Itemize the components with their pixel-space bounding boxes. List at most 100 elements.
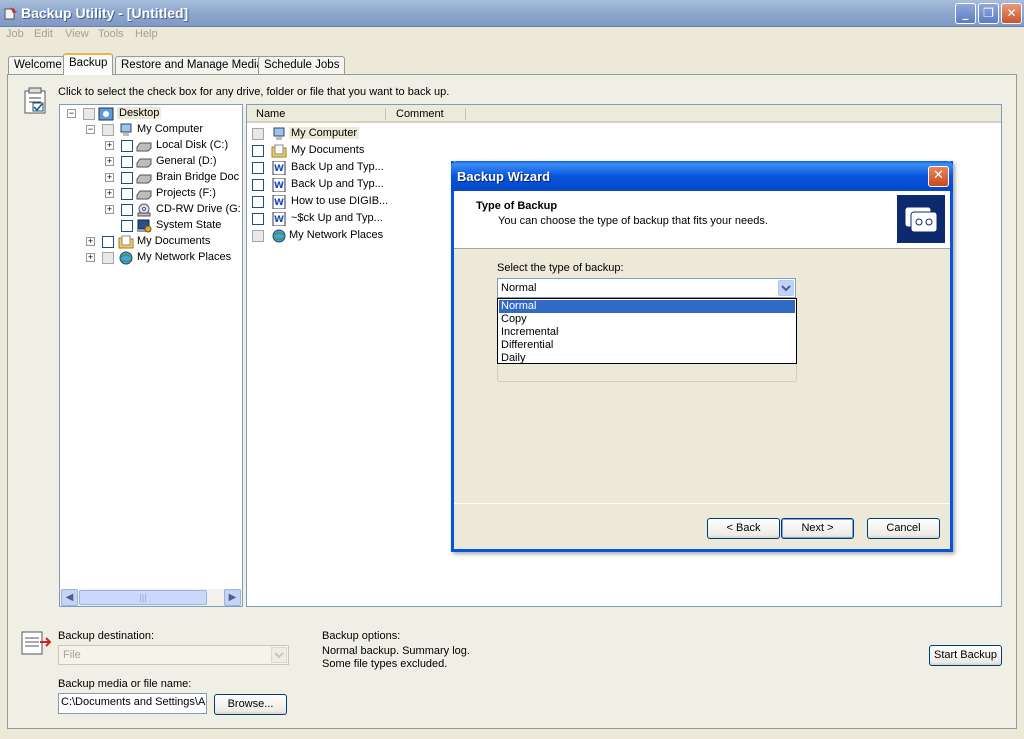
option-differential[interactable]: Differential (499, 339, 795, 352)
expand-icon[interactable]: + (105, 173, 114, 182)
back-button[interactable]: < Back (707, 518, 780, 539)
list-item[interactable]: My Computer (252, 126, 452, 142)
tree-item-projects[interactable]: + Projects (F:) (60, 186, 240, 202)
chevron-down-icon (781, 285, 791, 292)
list-item-label: My Documents (291, 144, 365, 156)
column-divider[interactable] (385, 108, 386, 120)
list-item[interactable]: W ~$ck Up and Typ... (252, 211, 452, 227)
system-state-checkbox[interactable] (121, 220, 133, 232)
dropdown-button[interactable] (271, 647, 287, 663)
tree-item-my-computer[interactable]: − My Computer (60, 122, 240, 138)
expand-icon[interactable]: + (105, 141, 114, 150)
close-button[interactable]: ✕ (1001, 3, 1022, 24)
list-item[interactable]: My Network Places (252, 228, 452, 244)
word-document-icon: W (272, 212, 286, 226)
tab-backup[interactable]: Backup (63, 53, 114, 75)
start-backup-button[interactable]: Start Backup (929, 645, 1002, 666)
browse-button[interactable]: Browse... (214, 694, 287, 715)
tree-label: Projects (F:) (156, 187, 216, 199)
word-document-icon: W (272, 195, 286, 209)
tree-item-brain-bridge[interactable]: + Brain Bridge Doc (60, 170, 240, 186)
general-checkbox[interactable] (121, 156, 133, 168)
column-name[interactable]: Name (256, 108, 285, 120)
list-item[interactable]: W How to use DIGIB... (252, 194, 452, 210)
list-item-checkbox[interactable] (252, 196, 264, 208)
list-item[interactable]: W Back Up and Typ... (252, 160, 452, 176)
expand-icon[interactable]: + (86, 237, 95, 246)
dropdown-button[interactable] (778, 280, 794, 296)
dialog-close-button[interactable]: ✕ (928, 166, 949, 187)
tab-restore[interactable]: Restore and Manage Media (115, 56, 269, 74)
tree-horizontal-scrollbar[interactable]: ◀ ||| ▶ (60, 589, 242, 606)
expand-icon[interactable]: + (105, 157, 114, 166)
destination-label: Backup destination: (58, 630, 155, 642)
option-copy[interactable]: Copy (499, 313, 795, 326)
tree-label: General (D:) (156, 155, 217, 167)
tree-item-local-disk[interactable]: + Local Disk (C:) (60, 138, 240, 154)
cdrw-checkbox[interactable] (121, 204, 133, 216)
menu-tools[interactable]: Tools (98, 28, 124, 40)
cancel-button[interactable]: Cancel (867, 518, 940, 539)
menu-bar: Job Edit View Tools Help (0, 27, 1024, 45)
tree-item-desktop[interactable]: − Desktop (60, 106, 240, 122)
desktop-checkbox[interactable] (83, 108, 95, 120)
my-documents-checkbox[interactable] (102, 236, 114, 248)
menu-edit[interactable]: Edit (34, 28, 53, 40)
tab-welcome[interactable]: Welcome (8, 56, 68, 74)
checklist-icon (24, 87, 46, 114)
backup-wizard-icon (897, 195, 945, 243)
list-item-checkbox[interactable] (252, 162, 264, 174)
minimize-button[interactable]: _ (955, 3, 976, 24)
backup-type-select[interactable]: Normal (497, 278, 796, 298)
computer-icon (273, 127, 285, 140)
my-computer-checkbox[interactable] (102, 124, 114, 136)
list-item-checkbox[interactable] (252, 179, 264, 191)
network-icon (119, 251, 133, 265)
column-comment[interactable]: Comment (396, 108, 444, 120)
tree-item-system-state[interactable]: System State (60, 218, 240, 234)
expand-icon[interactable]: + (105, 189, 114, 198)
expand-icon[interactable]: + (105, 205, 114, 214)
menu-help[interactable]: Help (135, 28, 158, 40)
backup-type-dropdown[interactable]: Normal Copy Incremental Differential Dai… (497, 298, 797, 364)
close-icon: ✕ (1006, 6, 1017, 20)
list-item-checkbox[interactable] (252, 213, 264, 225)
tree-label: Brain Bridge Doc (156, 171, 240, 183)
system-state-icon (137, 219, 152, 233)
dialog-title: Backup Wizard (457, 169, 551, 184)
media-filename-field[interactable]: C:\Documents and Settings\A (58, 693, 207, 714)
collapse-icon[interactable]: − (86, 125, 95, 134)
my-network-checkbox[interactable] (102, 252, 114, 264)
restore-button[interactable]: ❐ (978, 3, 999, 24)
option-incremental[interactable]: Incremental (499, 326, 795, 339)
scroll-left-icon[interactable]: ◀ (61, 589, 78, 606)
destination-value: File (63, 649, 81, 661)
tree-item-my-documents[interactable]: + My Documents (60, 234, 240, 250)
scroll-thumb[interactable]: ||| (79, 590, 207, 605)
projects-checkbox[interactable] (121, 188, 133, 200)
tree-item-cdrw[interactable]: + CD-RW Drive (G: (60, 202, 241, 218)
menu-job[interactable]: Job (6, 28, 24, 40)
destination-select[interactable]: File (58, 645, 289, 665)
list-item-checkbox[interactable] (252, 128, 264, 140)
expand-icon[interactable]: + (86, 253, 95, 262)
option-normal[interactable]: Normal (499, 300, 795, 313)
next-button[interactable]: Next > (781, 518, 854, 539)
brain-bridge-checkbox[interactable] (121, 172, 133, 184)
folder-tree[interactable]: − Desktop − My Computer + Local Disk (C:… (59, 104, 243, 607)
list-item-checkbox[interactable] (252, 230, 264, 242)
drive-icon (136, 142, 152, 152)
scroll-right-icon[interactable]: ▶ (224, 589, 241, 606)
menu-view[interactable]: View (65, 28, 89, 40)
tab-schedule[interactable]: Schedule Jobs (258, 56, 346, 74)
list-item-label: Back Up and Typ... (291, 178, 384, 190)
local-disk-checkbox[interactable] (121, 140, 133, 152)
tree-item-my-network[interactable]: + My Network Places (60, 250, 240, 266)
option-daily[interactable]: Daily (499, 352, 795, 365)
list-item-checkbox[interactable] (252, 145, 264, 157)
tree-item-general[interactable]: + General (D:) (60, 154, 240, 170)
list-item[interactable]: My Documents (252, 143, 452, 159)
list-item[interactable]: W Back Up and Typ... (252, 177, 452, 193)
collapse-icon[interactable]: − (67, 109, 76, 118)
column-divider[interactable] (465, 108, 466, 120)
